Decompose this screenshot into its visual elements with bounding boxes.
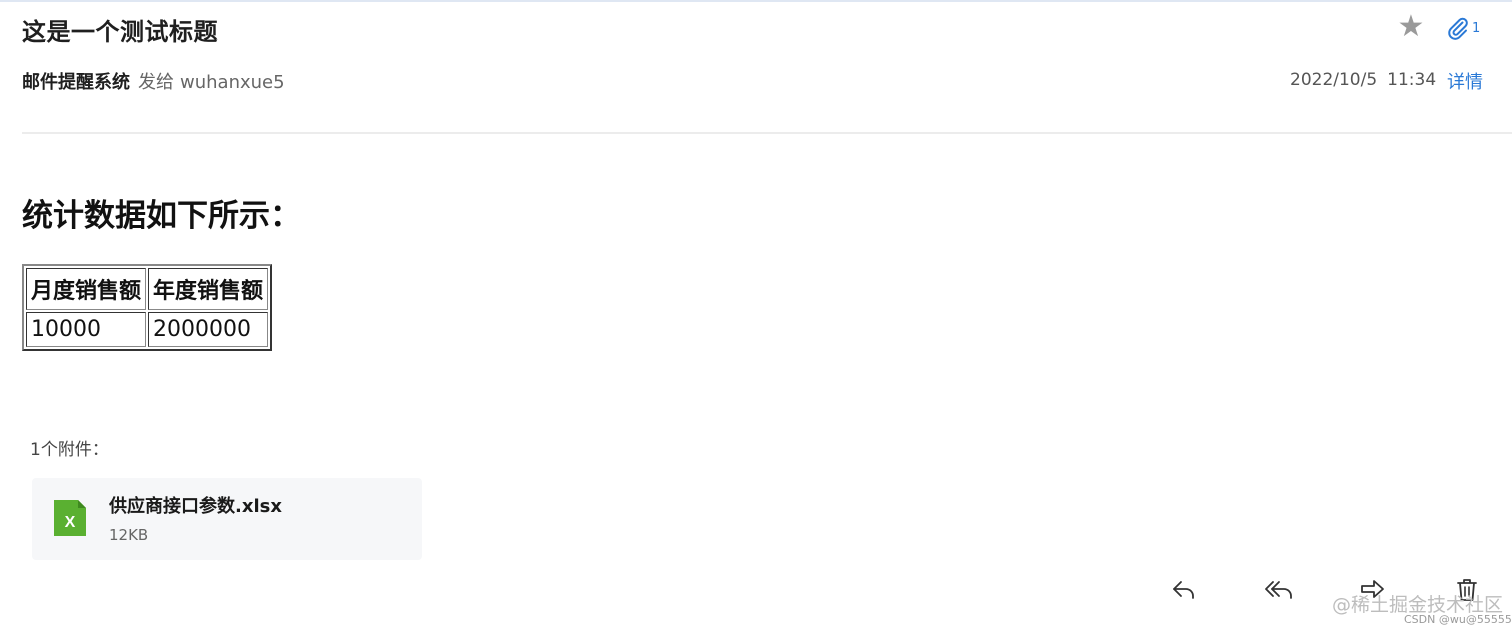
email-datetime: 2022/10/5 11:34 xyxy=(1290,70,1436,90)
table-cell: 10000 xyxy=(26,312,147,347)
email-subject: 这是一个测试标题 xyxy=(22,18,218,46)
email-date: 2022/10/5 xyxy=(1290,70,1378,90)
stats-table: 月度销售额 年度销售额 10000 2000000 xyxy=(22,264,273,351)
attachment-name[interactable]: 供应商接口参数.xlsx xyxy=(109,492,282,518)
attachment-indicator[interactable]: 1 xyxy=(1446,14,1480,42)
header-divider xyxy=(22,132,1512,134)
table-cell: 2000000 xyxy=(148,312,269,347)
top-border xyxy=(0,0,1512,2)
sent-to-label: 发给 xyxy=(138,72,174,93)
table-header-cell: 月度销售额 xyxy=(26,268,147,310)
table-header-cell: 年度销售额 xyxy=(148,268,269,310)
reply-all-button[interactable] xyxy=(1264,576,1292,604)
watermark-subtext: CSDN @wu@55555 xyxy=(1404,613,1512,626)
body-heading: 统计数据如下所示： xyxy=(22,198,301,234)
attachment-size: 12KB xyxy=(109,526,149,544)
attachments-label: 1个附件： xyxy=(30,440,109,460)
reply-icon xyxy=(1173,581,1194,599)
paperclip-icon xyxy=(1448,17,1468,40)
reply-button[interactable] xyxy=(1170,576,1198,604)
attachment-card[interactable]: X 供应商接口参数.xlsx 12KB xyxy=(32,478,422,560)
table-row: 10000 2000000 xyxy=(26,312,269,347)
excel-file-icon: X xyxy=(54,500,86,536)
excel-icon-letter: X xyxy=(65,514,76,531)
email-time: 11:34 xyxy=(1387,70,1437,90)
details-link[interactable]: 详情 xyxy=(1447,68,1483,94)
sender-line: 邮件提醒系统 发给 wuhanxue5 xyxy=(22,68,285,94)
table-header-row: 月度销售额 年度销售额 xyxy=(26,268,269,310)
star-icon[interactable]: ★ xyxy=(1396,12,1426,42)
attachment-count: 1 xyxy=(1472,20,1481,36)
recipient-name: wuhanxue5 xyxy=(180,72,285,93)
reply-all-icon xyxy=(1265,581,1292,599)
sender-name: 邮件提醒系统 xyxy=(22,72,130,93)
